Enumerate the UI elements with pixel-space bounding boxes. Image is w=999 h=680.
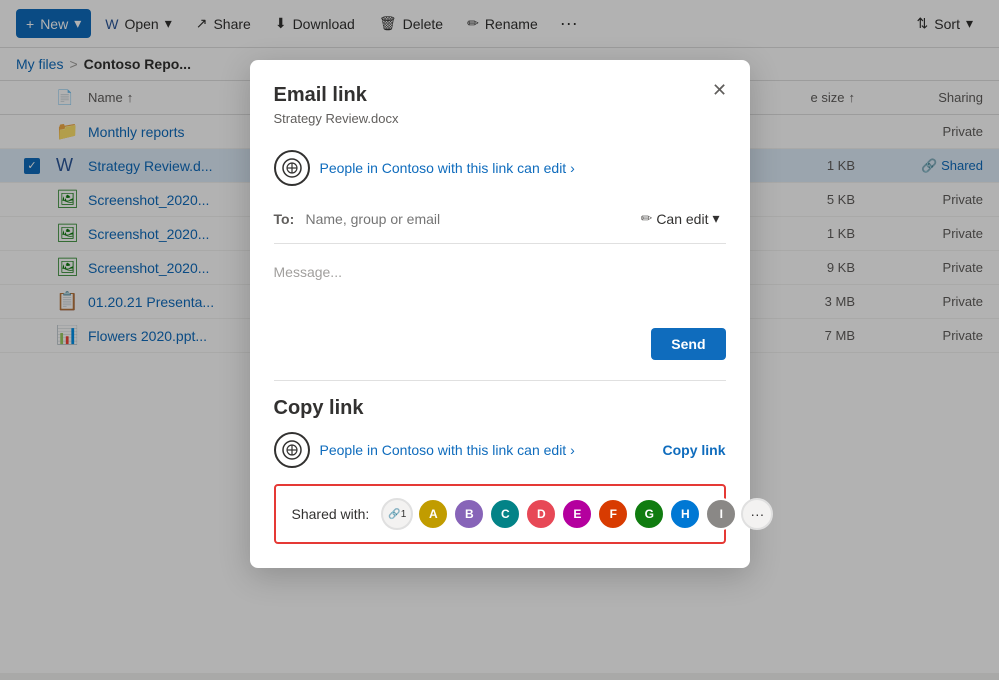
avatar[interactable]: G — [633, 498, 665, 530]
can-edit-label: Can edit — [656, 211, 708, 227]
to-input[interactable] — [306, 211, 627, 227]
message-area[interactable]: Message... — [274, 256, 726, 316]
pencil-icon: ✏ — [641, 210, 653, 227]
modal-close-button[interactable]: ✕ — [706, 76, 734, 104]
message-placeholder: Message... — [274, 264, 342, 280]
copy-link-row: People in Contoso with this link can edi… — [274, 432, 726, 468]
avatar[interactable]: A — [417, 498, 449, 530]
avatars-row: 🔗1 A B C D E F G H I ··· — [381, 498, 773, 530]
permission-row: People in Contoso with this link can edi… — [274, 142, 726, 194]
avatar[interactable]: C — [489, 498, 521, 530]
permission-text[interactable]: People in Contoso with this link can edi… — [320, 160, 575, 176]
more-avatars-button[interactable]: ··· — [741, 498, 773, 530]
modal-overlay: ✕ Email link Strategy Review.docx People… — [0, 0, 999, 680]
avatar[interactable]: F — [597, 498, 629, 530]
avatar[interactable]: I — [705, 498, 737, 530]
modal-subtitle: Strategy Review.docx — [274, 111, 726, 126]
permission-icon — [274, 150, 310, 186]
send-row: Send — [274, 328, 726, 360]
copy-link-button[interactable]: Copy link — [662, 442, 725, 458]
to-field: To: ✏ Can edit ▾ — [274, 206, 726, 244]
shared-with-section: Shared with: 🔗1 A B C D E F G H I ··· — [274, 484, 726, 544]
to-row: To: ✏ Can edit ▾ — [274, 206, 726, 231]
copy-link-permission-text[interactable]: People in Contoso with this link can edi… — [320, 442, 653, 458]
email-link-modal: ✕ Email link Strategy Review.docx People… — [250, 60, 750, 568]
to-label: To: — [274, 211, 298, 227]
avatar[interactable]: B — [453, 498, 485, 530]
send-button[interactable]: Send — [651, 328, 725, 360]
section-divider — [274, 380, 726, 381]
can-edit-button[interactable]: ✏ Can edit ▾ — [635, 206, 726, 231]
copy-link-title: Copy link — [274, 397, 726, 420]
modal-title: Email link — [274, 84, 726, 107]
shared-with-label: Shared with: — [292, 506, 370, 522]
avatar-count[interactable]: 🔗1 — [381, 498, 413, 530]
avatar[interactable]: D — [525, 498, 557, 530]
avatar[interactable]: E — [561, 498, 593, 530]
avatar[interactable]: H — [669, 498, 701, 530]
can-edit-chevron-icon: ▾ — [712, 210, 719, 227]
copy-link-icon — [274, 432, 310, 468]
